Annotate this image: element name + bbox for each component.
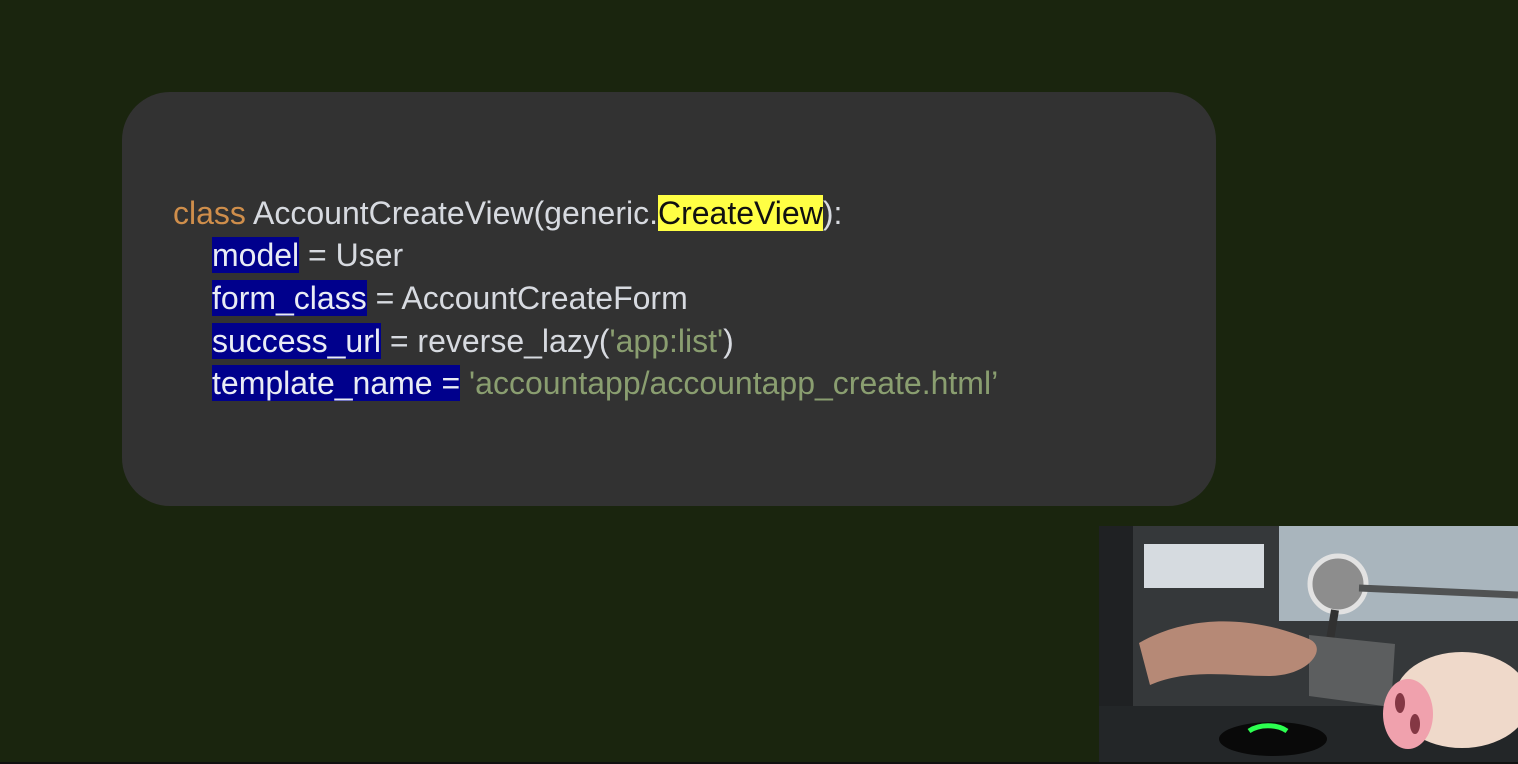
selected-form-class: form_class bbox=[212, 280, 367, 316]
code-line-5: template_name = 'accountapp/accountapp_c… bbox=[212, 361, 998, 405]
webcam-pig-nostril-left bbox=[1395, 693, 1405, 713]
template-name-string: 'accountapp/accountapp_create.html’ bbox=[469, 365, 999, 401]
selected-model: model bbox=[212, 237, 300, 273]
form-class-assignment: = AccountCreateForm bbox=[366, 280, 688, 316]
keyword-class: class bbox=[173, 195, 246, 231]
webcam-keyboard bbox=[1309, 635, 1395, 707]
success-url-assignment: = reverse_lazy( bbox=[380, 323, 610, 359]
success-url-tail: ) bbox=[723, 323, 734, 359]
success-url-string: 'app:list' bbox=[609, 323, 724, 359]
webcam-video-thumbnail bbox=[1099, 526, 1518, 762]
code-line-2: model = User bbox=[212, 233, 403, 277]
webcam-pig-nostril-right bbox=[1410, 714, 1420, 734]
webcam-pig-nose bbox=[1383, 679, 1433, 749]
template-name-space bbox=[460, 365, 469, 401]
webcam-scene bbox=[1099, 526, 1518, 762]
code-line-1: class AccountCreateView(generic.CreateVi… bbox=[173, 191, 842, 235]
model-assignment: = User bbox=[299, 237, 404, 273]
code-line-3: form_class = AccountCreateForm bbox=[212, 276, 688, 320]
webcam-paper bbox=[1144, 544, 1264, 588]
code-card: class AccountCreateView(generic.CreateVi… bbox=[122, 92, 1216, 506]
highlighted-createview: CreateView bbox=[657, 195, 823, 231]
selected-template-name: template_name = bbox=[212, 365, 461, 401]
code-line-4: success_url = reverse_lazy('app:list') bbox=[212, 319, 734, 363]
webcam-microphone bbox=[1307, 553, 1369, 615]
class-declaration: AccountCreateView(generic. bbox=[245, 195, 658, 231]
selected-success-url: success_url bbox=[212, 323, 381, 359]
class-declaration-tail: ): bbox=[822, 195, 843, 231]
